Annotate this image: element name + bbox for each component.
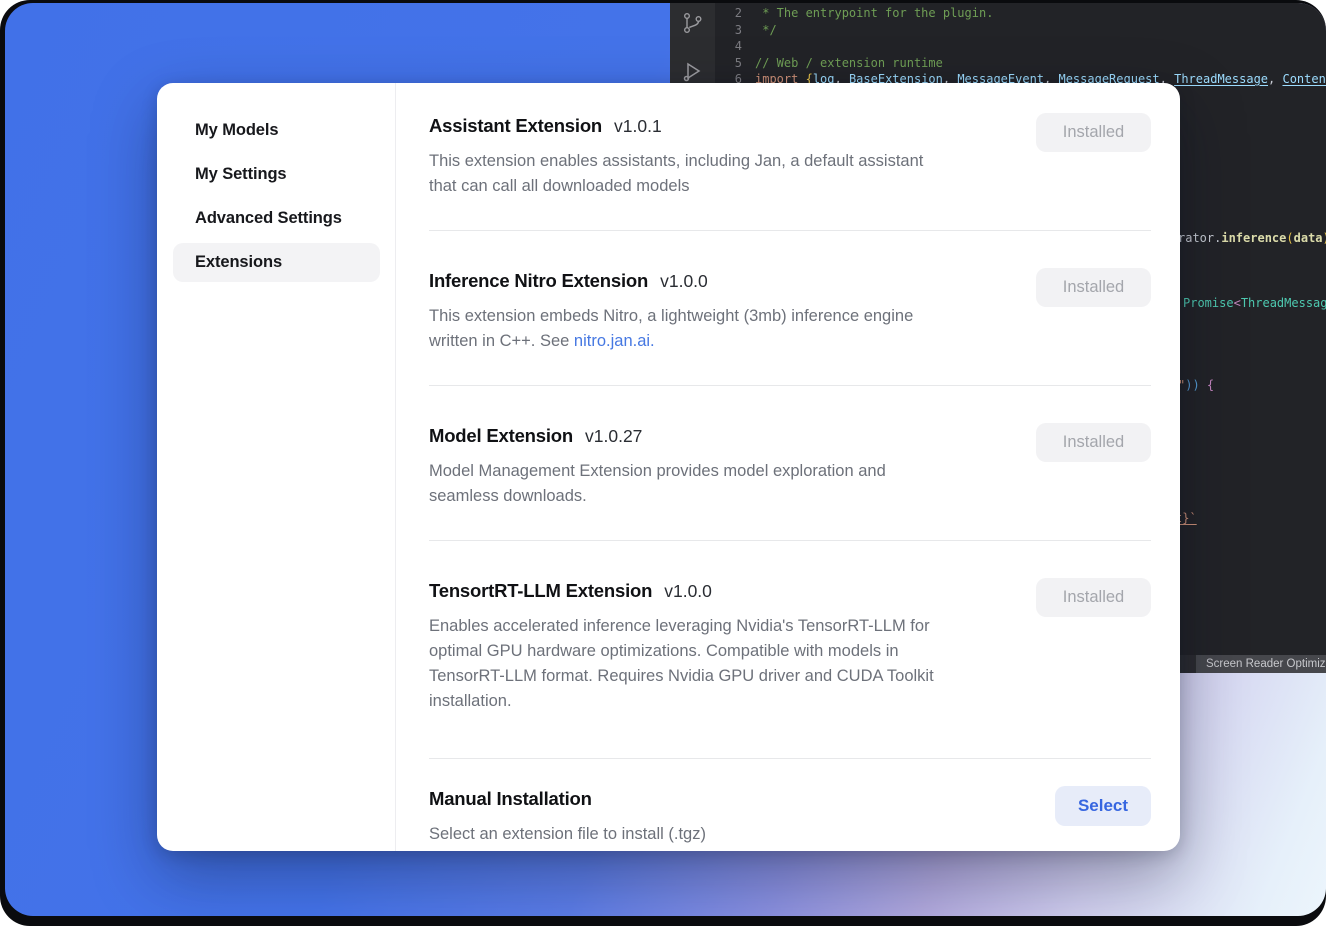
installed-button[interactable]: Installed bbox=[1036, 113, 1151, 152]
code-fragment: Promise<ThreadMessage> bbox=[1183, 296, 1326, 310]
extension-title: Model Extension bbox=[429, 425, 573, 446]
nitro-jan-ai-link[interactable]: nitro.jan.ai. bbox=[574, 332, 655, 350]
gradient-background: 2 * The entrypoint for the plugin. 3 */ … bbox=[5, 3, 1326, 916]
hero-frame: 2 * The entrypoint for the plugin. 3 */ … bbox=[0, 0, 1326, 926]
code-line: 5 // Web / extension runtime bbox=[715, 55, 1326, 72]
extension-description: Model Management Extension provides mode… bbox=[429, 459, 886, 509]
line-number: 2 bbox=[715, 5, 742, 22]
extension-row: Model Extension v1.0.27 Model Management … bbox=[429, 385, 1151, 540]
extension-version: v1.0.0 bbox=[660, 271, 708, 291]
installed-button[interactable]: Installed bbox=[1036, 423, 1151, 462]
extension-description: This extension embeds Nitro, a lightweig… bbox=[429, 304, 913, 354]
extension-row: Assistant Extension v1.0.1 This extension… bbox=[429, 113, 1151, 230]
extension-row: TensortRT-LLM Extension v1.0.0 Enables ac… bbox=[429, 540, 1151, 758]
line-number: 3 bbox=[715, 22, 742, 39]
source-control-icon[interactable] bbox=[681, 11, 705, 37]
settings-sidebar: My Models My Settings Advanced Settings … bbox=[157, 83, 396, 851]
manual-installation-row: Manual Installation Select an extension … bbox=[429, 758, 1151, 864]
code-text: */ bbox=[755, 22, 777, 39]
sidebar-item-extensions[interactable]: Extensions bbox=[173, 243, 380, 282]
line-number: 5 bbox=[715, 55, 742, 72]
manual-installation-description: Select an extension file to install (.tg… bbox=[429, 822, 706, 847]
line-number: 4 bbox=[715, 38, 742, 55]
select-file-button[interactable]: Select bbox=[1055, 786, 1151, 826]
sidebar-item-advanced-settings[interactable]: Advanced Settings bbox=[173, 199, 380, 238]
code-line: 4 bbox=[715, 38, 1326, 55]
code-fragment: ")) { bbox=[1178, 378, 1214, 392]
code-text: * The entrypoint for the plugin. bbox=[755, 5, 993, 22]
extension-description: This extension enables assistants, inclu… bbox=[429, 149, 923, 199]
extension-title: TensortRT-LLM Extension bbox=[429, 580, 652, 601]
code-fragment: rator.inference(data)); bbox=[1178, 231, 1326, 245]
extension-row: Inference Nitro Extension v1.0.0 This ext… bbox=[429, 230, 1151, 385]
code-line: 2 * The entrypoint for the plugin. bbox=[715, 5, 1326, 22]
settings-card: My Models My Settings Advanced Settings … bbox=[157, 83, 1180, 851]
sidebar-item-my-settings[interactable]: My Settings bbox=[173, 155, 380, 194]
extension-description: Enables accelerated inference leveraging… bbox=[429, 614, 934, 714]
extension-version: v1.0.27 bbox=[585, 426, 642, 446]
code-text: // Web / extension runtime bbox=[755, 55, 943, 72]
screen-reader-status-item[interactable]: Screen Reader Optimize bbox=[1196, 655, 1326, 673]
extension-title: Inference Nitro Extension bbox=[429, 270, 648, 291]
extension-title: Assistant Extension bbox=[429, 115, 602, 136]
code-line: 3 */ bbox=[715, 22, 1326, 39]
run-debug-icon[interactable] bbox=[680, 57, 706, 85]
extensions-list: Assistant Extension v1.0.1 This extension… bbox=[396, 83, 1180, 851]
sidebar-item-my-models[interactable]: My Models bbox=[173, 111, 380, 150]
manual-installation-title: Manual Installation bbox=[429, 788, 592, 809]
extension-version: v1.0.1 bbox=[614, 116, 662, 136]
extension-version: v1.0.0 bbox=[664, 581, 712, 601]
installed-button[interactable]: Installed bbox=[1036, 268, 1151, 307]
code-area: 2 * The entrypoint for the plugin. 3 */ … bbox=[715, 5, 1326, 88]
installed-button[interactable]: Installed bbox=[1036, 578, 1151, 617]
